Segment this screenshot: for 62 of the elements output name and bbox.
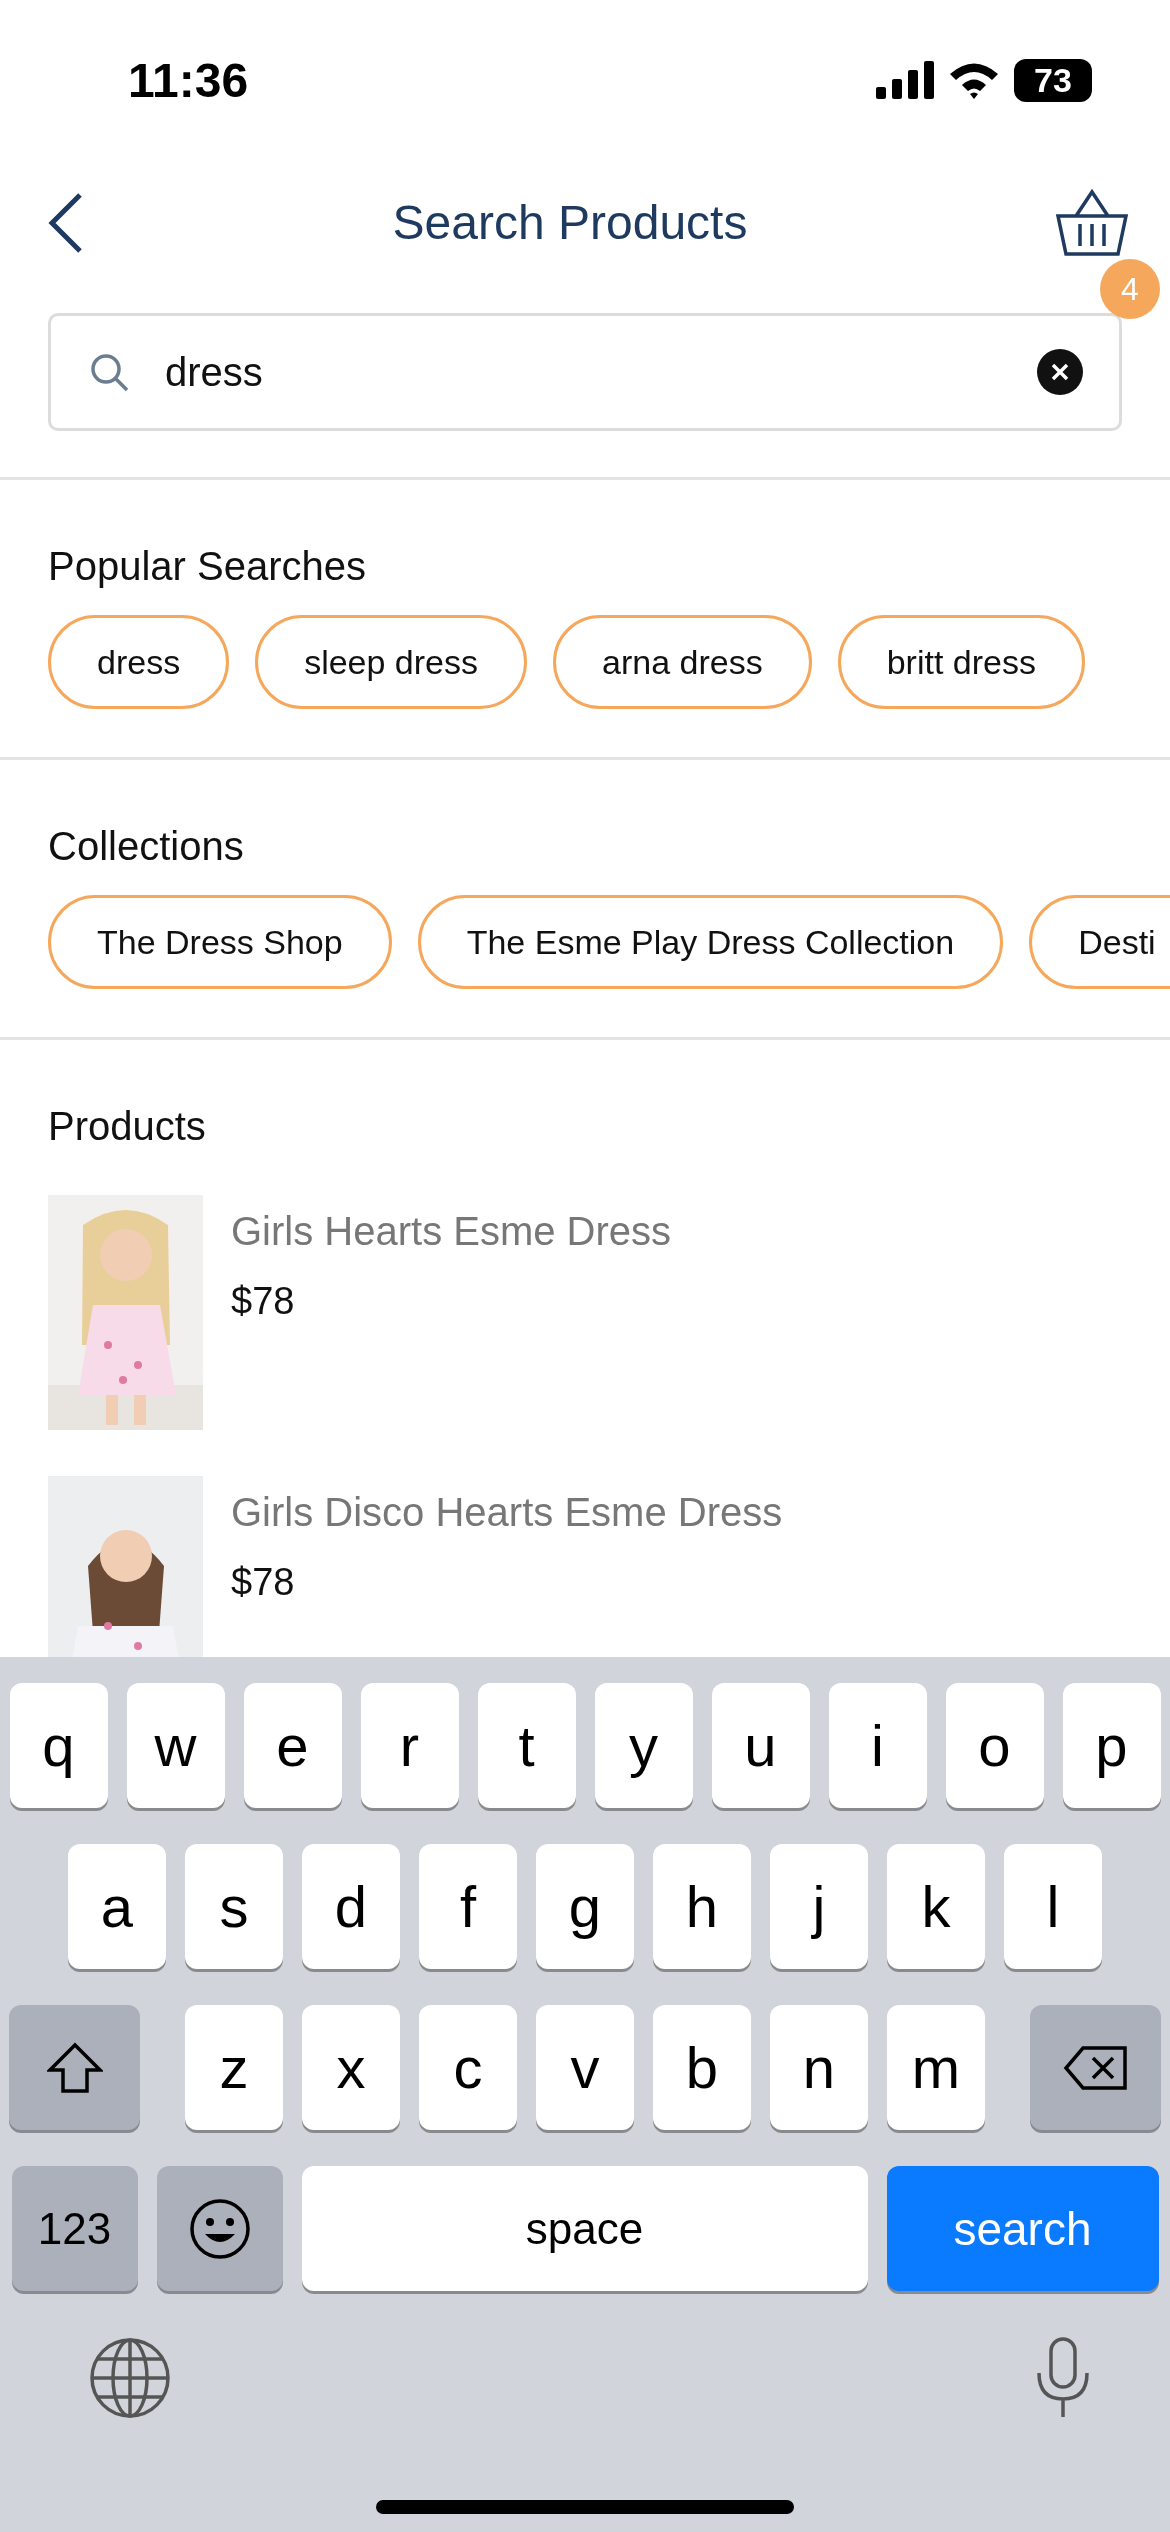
letter-key[interactable]: b (653, 2005, 751, 2130)
status-time: 11:36 (128, 52, 249, 108)
letter-key[interactable]: k (887, 1844, 985, 1969)
section-title: Popular Searches (48, 544, 367, 589)
letter-key[interactable]: j (770, 1844, 868, 1969)
search-field[interactable]: dress (48, 313, 1122, 431)
emoji-key[interactable] (156, 2166, 283, 2291)
basket-button[interactable] (1054, 187, 1130, 258)
collection-chip[interactable]: The Esme Play Dress Collection (417, 895, 1004, 989)
wifi-icon (948, 61, 1000, 99)
letter-key[interactable]: w (126, 1683, 225, 1808)
backspace-icon (1062, 2044, 1129, 2091)
product-price: $78 (231, 1561, 296, 1604)
collection-chip[interactable]: Desti (1029, 895, 1170, 989)
delete-key[interactable] (1030, 2005, 1161, 2130)
letter-key[interactable]: r (360, 1683, 459, 1808)
letter-key[interactable]: i (828, 1683, 927, 1808)
letter-key[interactable]: x (302, 2005, 400, 2130)
shift-arrow-icon (46, 2041, 103, 2094)
battery-level: 73 (1014, 58, 1092, 102)
page-title: Search Products (392, 195, 748, 250)
product-price: $78 (231, 1280, 296, 1323)
search-chip[interactable]: dress (48, 615, 230, 709)
product-name[interactable]: Girls Disco Hearts Esme Dress (231, 1490, 783, 1535)
microphone-icon[interactable] (1035, 2337, 1091, 2419)
section-title: Collections (48, 824, 245, 869)
search-chip[interactable]: britt dress (837, 615, 1085, 709)
letter-key[interactable]: a (68, 1844, 166, 1969)
letter-key[interactable]: o (945, 1683, 1044, 1808)
shift-key[interactable] (9, 2005, 140, 2130)
letter-key[interactable]: l (1004, 1844, 1102, 1969)
letter-key[interactable]: p (1062, 1683, 1161, 1808)
collection-chip[interactable]: The Dress Shop (48, 895, 392, 989)
search-chip[interactable]: arna dress (553, 615, 812, 709)
close-icon (1050, 362, 1070, 382)
cart-count-badge: 4 (1100, 259, 1160, 319)
section-title: Products (48, 1104, 207, 1149)
letter-key[interactable]: g (536, 1844, 634, 1969)
letter-key[interactable]: q (9, 1683, 108, 1808)
clear-button[interactable] (1037, 349, 1083, 395)
smiley-icon (188, 2197, 251, 2260)
letter-key[interactable]: f (419, 1844, 517, 1969)
letter-key[interactable]: y (594, 1683, 693, 1808)
search-icon (89, 352, 129, 392)
letter-key[interactable]: h (653, 1844, 751, 1969)
letter-key[interactable]: n (770, 2005, 868, 2130)
space-key[interactable]: space (301, 2166, 868, 2291)
search-key[interactable]: search (886, 2166, 1159, 2291)
letter-key[interactable]: u (711, 1683, 810, 1808)
letter-key[interactable]: c (419, 2005, 517, 2130)
numbers-key[interactable]: 123 (11, 2166, 138, 2291)
globe-icon[interactable] (89, 2337, 171, 2419)
letter-key[interactable]: v (536, 2005, 634, 2130)
letter-key[interactable]: d (302, 1844, 400, 1969)
letter-key[interactable]: t (477, 1683, 576, 1808)
letter-key[interactable]: e (243, 1683, 342, 1808)
search-chip[interactable]: sleep dress (255, 615, 527, 709)
product-name[interactable]: Girls Hearts Esme Dress (231, 1209, 672, 1254)
signal-icon (876, 61, 934, 99)
letter-key[interactable]: z (185, 2005, 283, 2130)
letter-key[interactable]: m (887, 2005, 985, 2130)
letter-key[interactable]: s (185, 1844, 283, 1969)
